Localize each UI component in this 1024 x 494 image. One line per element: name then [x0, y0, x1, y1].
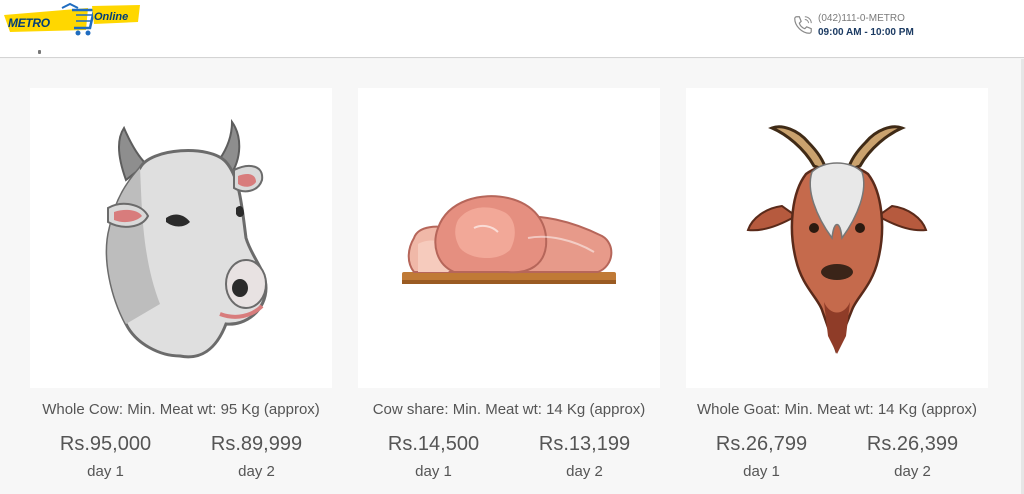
price-day-1: Rs.14,500: [387, 433, 480, 455]
product-image[interactable]: [358, 88, 660, 388]
product-title[interactable]: Whole Cow: Min. Meat wt: 95 Kg (approx): [15, 401, 347, 418]
logo-online-text: Online: [94, 11, 129, 23]
price-day-2: Rs.89,999: [210, 433, 303, 455]
price-label-day-1: day 1: [415, 463, 452, 480]
phone-icon: [794, 16, 812, 34]
price-day-1: Rs.26,799: [715, 433, 808, 455]
product-image[interactable]: [30, 88, 332, 388]
metro-online-logo[interactable]: METRO Online: [2, 2, 142, 38]
cow-icon: [105, 118, 268, 359]
phone-number[interactable]: (042)111-0-METRO: [818, 13, 905, 24]
product-card-whole-goat[interactable]: Whole Goat: Min. Meat wt: 14 Kg (approx)…: [686, 88, 988, 483]
price-label-day-2: day 2: [894, 463, 931, 480]
partial-text-fragment: [38, 50, 41, 54]
price-day-2: Rs.13,199: [538, 433, 631, 455]
price-day-1: Rs.95,000: [59, 433, 152, 455]
price-label-day-1: day 1: [87, 463, 124, 480]
site-header: METRO Online (042)111-0-METRO 09:00 AM -…: [0, 0, 1024, 58]
contact-info: (042)111-0-METRO 09:00 AM - 10:00 PM: [792, 13, 942, 43]
price-label-day-1: day 1: [743, 463, 780, 480]
logo-metro-text: METRO: [8, 16, 50, 30]
product-card-cow-share[interactable]: Cow share: Min. Meat wt: 14 Kg (approx) …: [358, 88, 660, 483]
product-card-whole-cow[interactable]: Whole Cow: Min. Meat wt: 95 Kg (approx) …: [30, 88, 332, 483]
business-hours: 09:00 AM - 10:00 PM: [818, 27, 914, 38]
product-title[interactable]: Cow share: Min. Meat wt: 14 Kg (approx): [343, 401, 675, 418]
price-day-2: Rs.26,399: [866, 433, 959, 455]
price-label-day-2: day 2: [238, 463, 275, 480]
product-title[interactable]: Whole Goat: Min. Meat wt: 14 Kg (approx): [671, 401, 1003, 418]
product-image[interactable]: [686, 88, 988, 388]
goat-icon: [746, 125, 928, 354]
meat-icon: [402, 195, 616, 284]
price-label-day-2: day 2: [566, 463, 603, 480]
